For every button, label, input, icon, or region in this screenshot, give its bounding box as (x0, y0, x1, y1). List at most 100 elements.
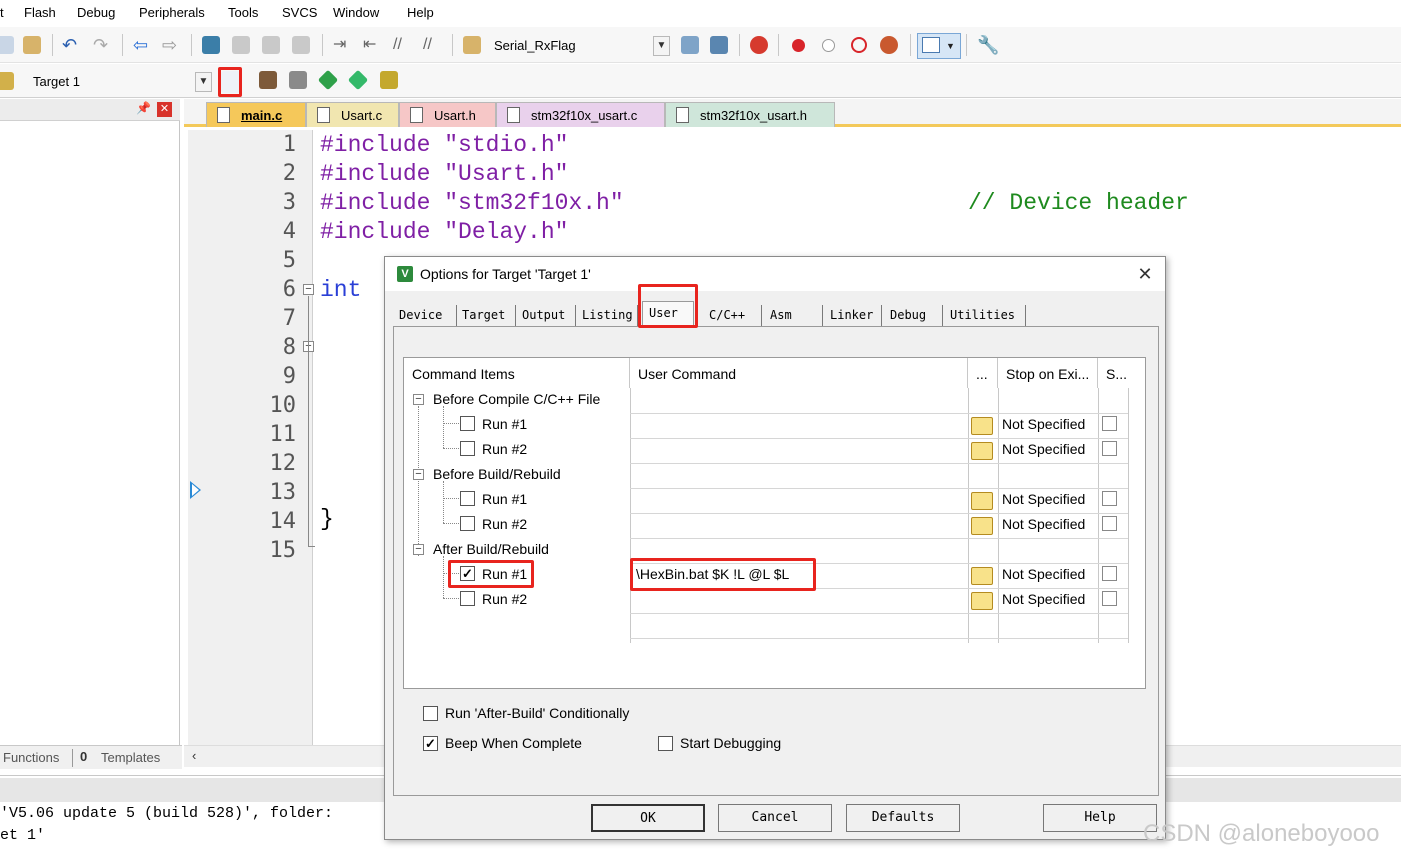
pin-icon[interactable]: 📌 (136, 101, 151, 115)
uncomment-icon[interactable]: // (423, 36, 441, 54)
disable-breakpoint-icon[interactable] (822, 39, 835, 52)
bookmark-icon[interactable] (202, 36, 220, 54)
run-checkbox[interactable] (460, 416, 475, 431)
spawn-checkbox[interactable] (1102, 516, 1117, 531)
stop-on-exit-cell[interactable]: Not Specified (1002, 591, 1085, 607)
tab-device[interactable]: Device (399, 305, 457, 327)
menu-tools[interactable]: Tools (228, 5, 258, 20)
copy-icon[interactable] (0, 36, 14, 54)
run-conditionally-checkbox[interactable] (423, 706, 438, 721)
browse-folder-icon[interactable] (971, 492, 993, 510)
browse-folder-icon[interactable] (971, 592, 993, 610)
run-conditionally-label[interactable]: Run 'After-Build' Conditionally (445, 705, 629, 721)
project-combo[interactable]: Serial_RxFlag (487, 34, 674, 56)
find-in-files-icon[interactable] (463, 36, 481, 54)
header-stop-on-exit[interactable]: Stop on Exi... (998, 358, 1098, 388)
menu-peripherals[interactable]: Peripherals (139, 5, 205, 20)
start-debugging-checkbox[interactable] (658, 736, 673, 751)
menu-window[interactable]: Window (333, 5, 379, 20)
tree-collapse-icon[interactable]: − (413, 544, 424, 555)
run-checkbox[interactable] (460, 491, 475, 506)
window-dropdown-icon[interactable]: ▼ (946, 37, 964, 55)
browse-folder-icon[interactable] (971, 442, 993, 460)
header-command-items[interactable]: Command Items (404, 358, 630, 388)
close-icon[interactable]: ✕ (1133, 263, 1157, 285)
tab-linker[interactable]: Linker (830, 305, 882, 327)
tab-stm32f10x-usart-h[interactable]: stm32f10x_usart.h (665, 102, 835, 127)
download-icon[interactable] (0, 72, 14, 90)
clear-bookmarks-icon[interactable] (292, 36, 310, 54)
target-combo-dropdown-icon[interactable]: ▼ (195, 72, 212, 92)
menu-flash[interactable]: Flash (24, 5, 56, 20)
incremental-find-icon[interactable] (710, 36, 728, 54)
prev-bookmark-icon[interactable] (232, 36, 250, 54)
tab-main-c[interactable]: main.c (206, 102, 306, 127)
stop-on-exit-cell[interactable]: Not Specified (1002, 491, 1085, 507)
close-panel-icon[interactable]: ✕ (157, 102, 172, 117)
stop-on-exit-cell[interactable]: Not Specified (1002, 566, 1085, 582)
browse-folder-icon[interactable] (971, 417, 993, 435)
run-checkbox[interactable] (460, 591, 475, 606)
comment-icon[interactable]: // (393, 36, 411, 54)
undo-icon[interactable]: ↶ (62, 36, 80, 54)
project-combo-dropdown-icon[interactable]: ▼ (653, 36, 670, 56)
navigate-back-icon[interactable]: ⇦ (133, 36, 151, 54)
beep-checkbox[interactable]: ✓ (423, 736, 438, 751)
manage-runtime-icon[interactable] (317, 69, 339, 91)
tab-debug[interactable]: Debug (890, 305, 943, 327)
header-browse[interactable]: ... (968, 358, 998, 388)
spawn-checkbox[interactable] (1102, 416, 1117, 431)
header-spawn[interactable]: S... (1098, 358, 1128, 388)
target-combo[interactable]: Target 1 (26, 70, 198, 92)
tab-usart-c[interactable]: Usart.c (306, 102, 399, 127)
paste-icon[interactable] (23, 36, 41, 54)
tab-asm[interactable]: Asm (770, 305, 823, 327)
tab-utilities[interactable]: Utilities (950, 305, 1026, 327)
browse-folder-icon[interactable] (971, 567, 993, 585)
stop-on-exit-cell[interactable]: Not Specified (1002, 516, 1085, 532)
kill-all-breakpoints-icon[interactable] (880, 36, 898, 54)
start-debugging-label[interactable]: Start Debugging (680, 735, 781, 751)
fold-toggle-icon[interactable]: − (303, 284, 314, 295)
tab-templates[interactable]: Templates (101, 750, 160, 765)
scroll-left-icon[interactable]: ‹ (192, 748, 196, 763)
tab-functions[interactable]: Functions (3, 750, 59, 765)
indent-icon[interactable]: ⇥ (333, 36, 351, 54)
spawn-checkbox[interactable] (1102, 591, 1117, 606)
redo-icon[interactable]: ↷ (93, 36, 111, 54)
tab-usart-h[interactable]: Usart.h (399, 102, 496, 127)
menu-file-partial[interactable]: t (0, 5, 4, 20)
configure-wrench-icon[interactable]: 🔧 (977, 36, 999, 54)
select-packs-icon[interactable] (289, 71, 307, 89)
tab-output[interactable]: Output (522, 305, 576, 327)
tab-c-cpp[interactable]: C/C++ (709, 305, 762, 327)
component-icon[interactable] (380, 71, 398, 89)
disable-all-breakpoints-icon[interactable] (851, 37, 867, 53)
run-checkbox[interactable] (460, 441, 475, 456)
help-button[interactable]: Help (1043, 804, 1157, 832)
spawn-checkbox[interactable] (1102, 566, 1117, 581)
breakpoint-icon[interactable] (792, 39, 805, 52)
next-bookmark-icon[interactable] (262, 36, 280, 54)
beep-label[interactable]: Beep When Complete (445, 735, 582, 751)
spawn-checkbox[interactable] (1102, 441, 1117, 456)
menu-help[interactable]: Help (407, 5, 434, 20)
browse-folder-icon[interactable] (971, 517, 993, 535)
tree-collapse-icon[interactable]: − (413, 469, 424, 480)
manage-project-icon[interactable] (259, 71, 277, 89)
header-user-command[interactable]: User Command (630, 358, 968, 388)
menu-svcs[interactable]: SVCS (282, 5, 317, 20)
tab-target[interactable]: Target (462, 305, 516, 327)
stop-on-exit-cell[interactable]: Not Specified (1002, 416, 1085, 432)
cancel-button[interactable]: Cancel (718, 804, 832, 832)
spawn-checkbox[interactable] (1102, 491, 1117, 506)
ok-button[interactable]: OK (591, 804, 705, 832)
navigate-forward-icon[interactable]: ⇨ (162, 36, 180, 54)
unindent-icon[interactable]: ⇤ (363, 36, 381, 54)
defaults-button[interactable]: Defaults (846, 804, 960, 832)
stop-on-exit-cell[interactable]: Not Specified (1002, 441, 1085, 457)
find-icon[interactable] (681, 36, 699, 54)
menu-debug[interactable]: Debug (77, 5, 115, 20)
start-debug-icon[interactable] (750, 36, 768, 54)
tree-collapse-icon[interactable]: − (413, 394, 424, 405)
